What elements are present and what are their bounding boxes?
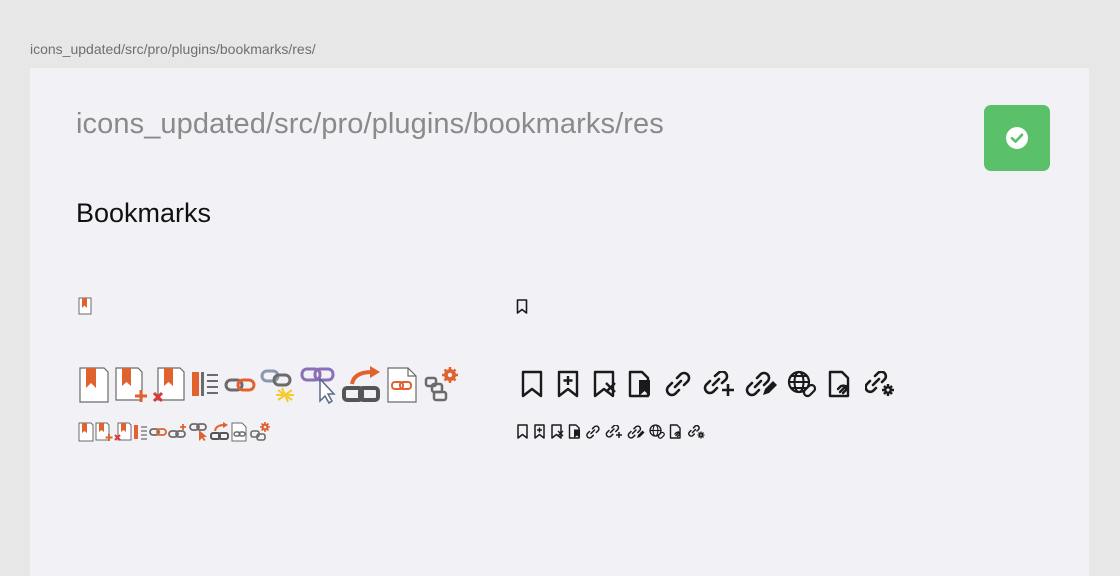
bookmark-remove-icon: [152, 367, 185, 403]
bookmark-list-icon: [134, 425, 147, 440]
legacy-icon-single: [78, 297, 92, 315]
link-icon: [665, 371, 691, 397]
check-circle-icon: [1006, 127, 1028, 149]
link-document-icon: [231, 422, 247, 442]
link-edit-icon: [627, 424, 645, 439]
status-button[interactable]: [984, 105, 1050, 171]
bookmark-add-icon: [115, 367, 147, 402]
bookmark-icon: [79, 367, 109, 403]
bookmark-icon: [516, 299, 528, 314]
link-select-icon: [189, 423, 207, 441]
bookmark-icon: [521, 370, 543, 398]
bookmark-list-icon: [192, 372, 218, 396]
link-add-icon: [168, 424, 186, 438]
link-add-icon: [703, 371, 734, 396]
bookmark-icon: [78, 422, 94, 442]
bookmark-add-icon: [557, 370, 579, 398]
card-title: icons_updated/src/pro/plugins/bookmarks/…: [76, 108, 664, 140]
link-edit-icon: [745, 371, 777, 397]
link-document-icon: [828, 370, 850, 398]
section-title: Bookmarks: [76, 198, 212, 228]
link-highlight-icon: [260, 369, 294, 403]
link-web-icon: [787, 370, 817, 398]
legacy-icons-small: [78, 422, 270, 442]
link-goto-icon: [342, 366, 380, 402]
link-web-icon: [649, 424, 665, 439]
link-settings-icon: [688, 424, 705, 438]
link-add-icon: [387, 367, 417, 403]
link-goto-icon: [210, 422, 229, 440]
modern-icons-small: [516, 424, 705, 439]
path-label: icons_updated/src/pro/plugins/bookmarks/…: [30, 41, 316, 57]
legacy-icons-large: [78, 365, 460, 405]
link-add-icon: [605, 424, 622, 438]
link-icon: [586, 424, 600, 439]
bookmark-add-icon: [534, 424, 545, 439]
bookmark-document-icon: [628, 370, 650, 398]
link-document-icon: [669, 424, 681, 439]
bookmark-icon: [78, 297, 92, 315]
bookmark-remove-icon: [551, 424, 564, 439]
link-settings-icon: [424, 367, 458, 402]
bookmark-add-icon: [95, 422, 113, 441]
link-settings-icon: [865, 371, 894, 396]
bookmark-document-icon: [568, 424, 580, 439]
link-select-icon: [300, 367, 336, 405]
link-icon: [149, 428, 167, 436]
link-settings-icon: [250, 422, 270, 441]
modern-icons-large: [519, 370, 895, 398]
bookmark-remove-icon: [593, 370, 616, 398]
modern-icon-single: [516, 299, 528, 314]
bookmark-icon: [517, 424, 528, 439]
bookmark-remove-icon: [114, 422, 132, 441]
icon-card: icons_updated/src/pro/plugins/bookmarks/…: [30, 68, 1089, 576]
link-icon: [224, 378, 256, 392]
